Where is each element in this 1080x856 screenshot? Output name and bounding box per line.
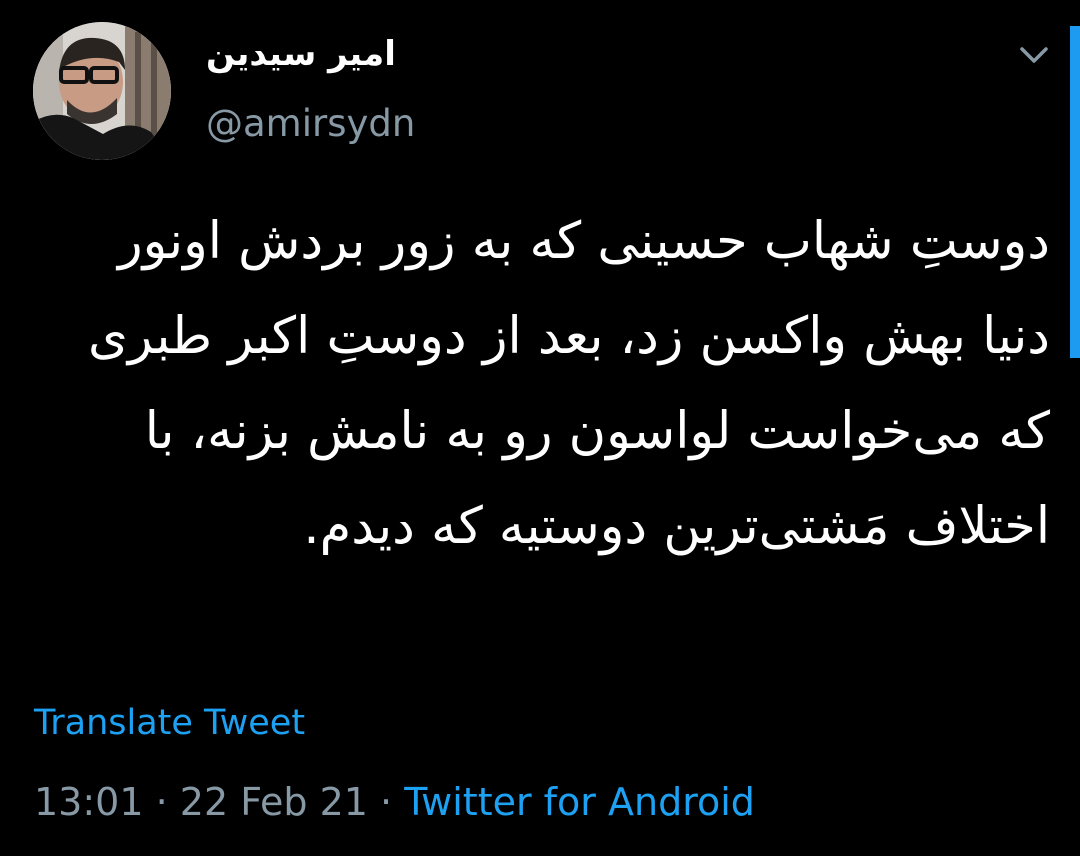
scroll-indicator <box>1070 26 1080 358</box>
tweet-source-link[interactable]: Twitter for Android <box>404 780 755 824</box>
display-name[interactable]: امیر سیدین <box>206 32 396 76</box>
meta-separator: · <box>380 780 393 824</box>
tweet-meta: 13:01 · 22 Feb 21 · Twitter for Android <box>34 777 755 827</box>
tweet: امیر سیدین @amirsydn دوستِ شهاب حسینی که… <box>0 0 1080 856</box>
tweet-text: دوستِ شهاب حسینی که به زور بردش اونور دن… <box>88 212 1050 556</box>
avatar-image <box>33 22 171 160</box>
tweet-date: 22 Feb 21 <box>179 780 368 824</box>
meta-separator: · <box>155 780 168 824</box>
translate-tweet-link[interactable]: Translate Tweet <box>34 700 305 746</box>
tweet-time: 13:01 <box>34 780 144 824</box>
user-handle[interactable]: @amirsydn <box>206 100 415 148</box>
chevron-down-icon[interactable] <box>1016 40 1052 70</box>
avatar[interactable] <box>33 22 171 160</box>
